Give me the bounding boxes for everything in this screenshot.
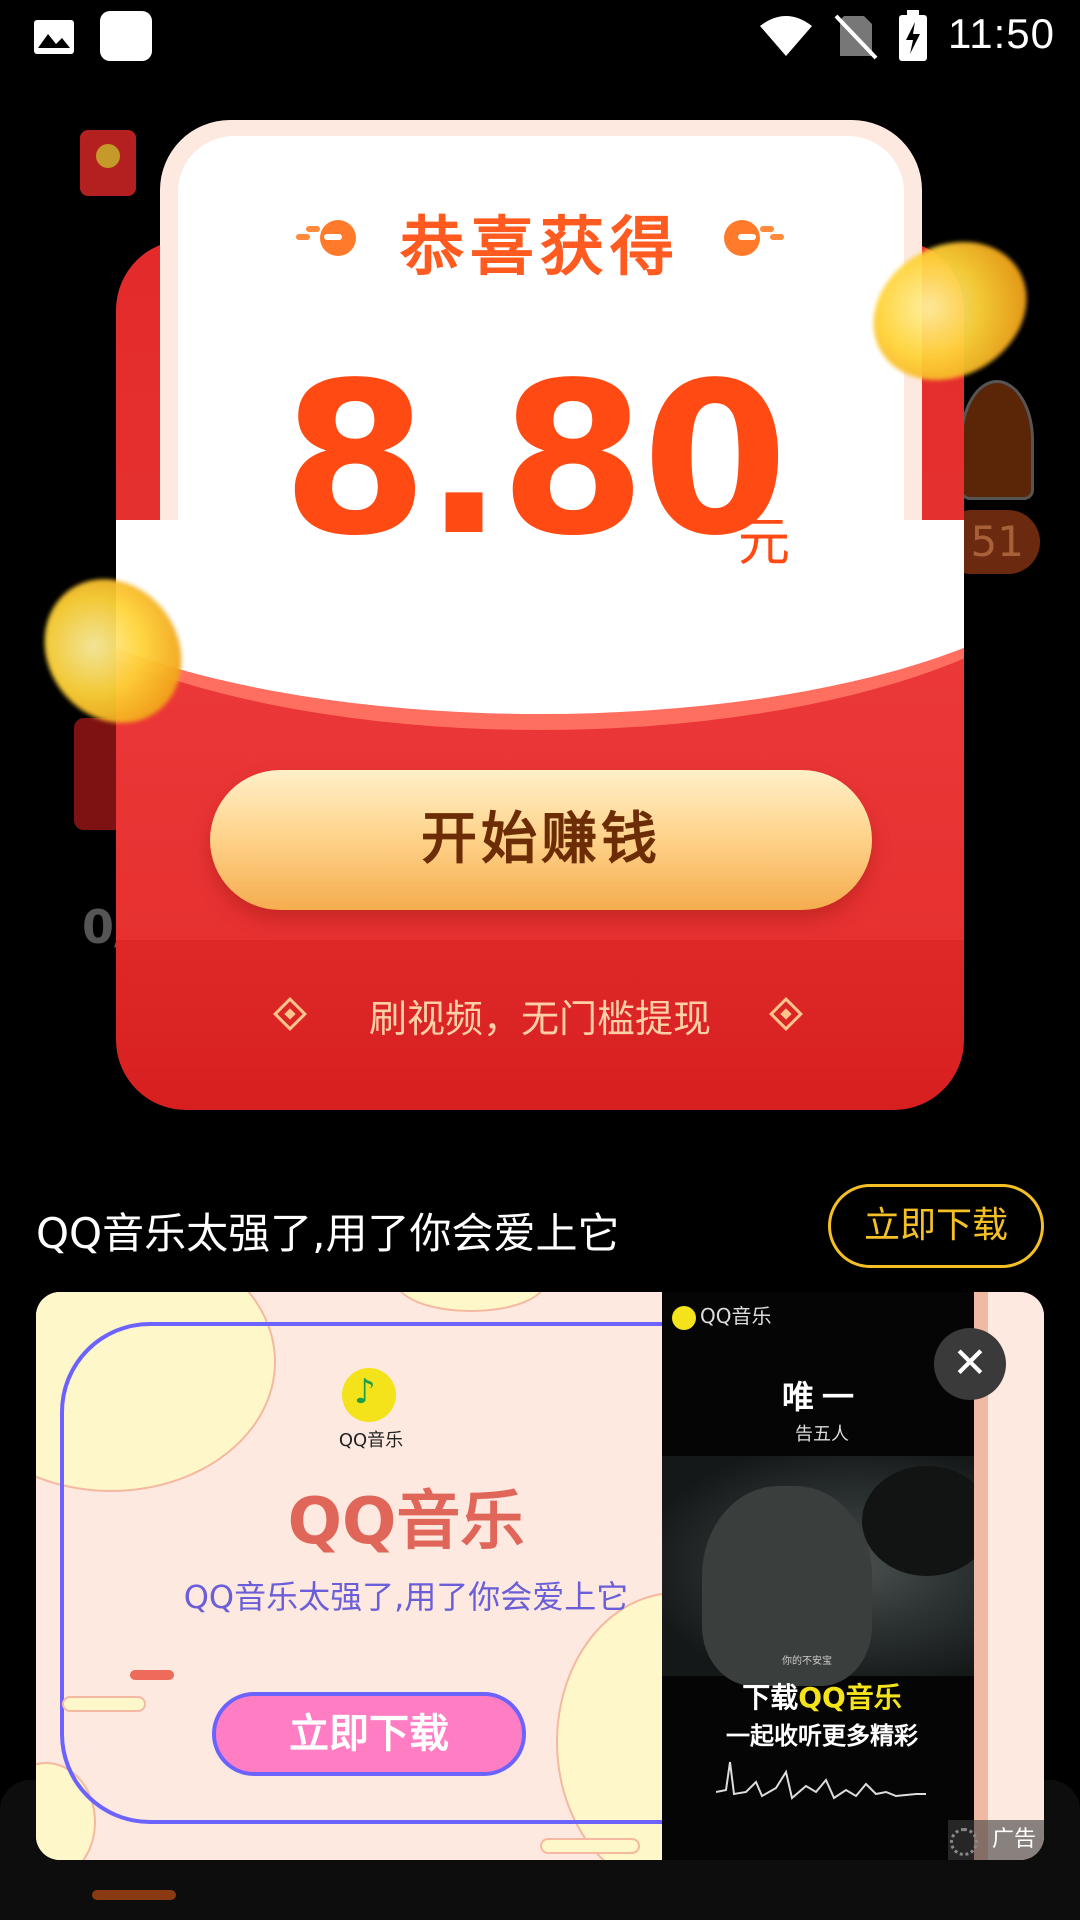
ad-creative-download-button[interactable]: 立即下载 (212, 1692, 526, 1776)
no-sim-icon (834, 14, 878, 60)
start-earning-button[interactable]: 开始赚钱 (210, 770, 872, 910)
wifi-icon (760, 16, 812, 56)
reward-slogan: 刷视频，无门槛提现 (368, 997, 711, 1041)
ad-download-button[interactable]: 立即下载 (828, 1184, 1044, 1268)
status-bar: 11:50 (0, 0, 1080, 72)
ad-video-artist: 告五人 (795, 1424, 849, 1445)
ad-close-button[interactable]: ✕ (934, 1328, 1006, 1400)
treasure-chest-icon (960, 380, 1034, 500)
ad-video-cta: 下载QQ音乐 (742, 1681, 902, 1714)
background-red-envelope-icon (80, 130, 136, 196)
ad-video-song: 唯一 (781, 1378, 862, 1416)
qq-music-logo-icon (342, 1368, 396, 1422)
reward-title: 恭喜获得 (400, 211, 680, 285)
clock: 11:50 (948, 10, 1055, 57)
ad-brand: QQ音乐 (287, 1485, 525, 1559)
ad-video-logo: QQ音乐 (672, 1300, 771, 1330)
app-square-icon (100, 11, 152, 61)
reward-amount: 8.80 (282, 337, 788, 582)
ad-logo-text: QQ音乐 (338, 1430, 404, 1451)
ad-title: QQ音乐太强了,用了你会爱上它 (36, 1209, 620, 1258)
ad-video[interactable]: QQ音乐 唯一 告五人 你的不安宝 下载QQ音乐 一起收听更多精彩 (662, 1292, 982, 1860)
image-icon (34, 20, 74, 54)
ad-video-frame (662, 1456, 982, 1686)
ad-tag: 广告 (948, 1820, 1044, 1860)
ad-subtitle: QQ音乐太强了,用了你会爱上它 (183, 1578, 629, 1616)
ad-video-caption: 你的不安宝 (782, 1656, 832, 1667)
tab-indicator (92, 1890, 176, 1900)
ad-video-cta-line2: 一起收听更多精彩 (726, 1722, 918, 1750)
audio-waveform-icon (716, 1761, 926, 1800)
battery-charging-icon (899, 10, 927, 61)
reward-unit: 元 (738, 513, 791, 573)
ad-banner[interactable]: QQ音乐 QQ音乐 QQ音乐太强了,用了你会爱上它 立即下载 QQ音乐 唯一 告… (36, 1292, 1044, 1860)
ad-creative: QQ音乐 QQ音乐 QQ音乐太强了,用了你会爱上它 立即下载 (36, 1292, 662, 1860)
